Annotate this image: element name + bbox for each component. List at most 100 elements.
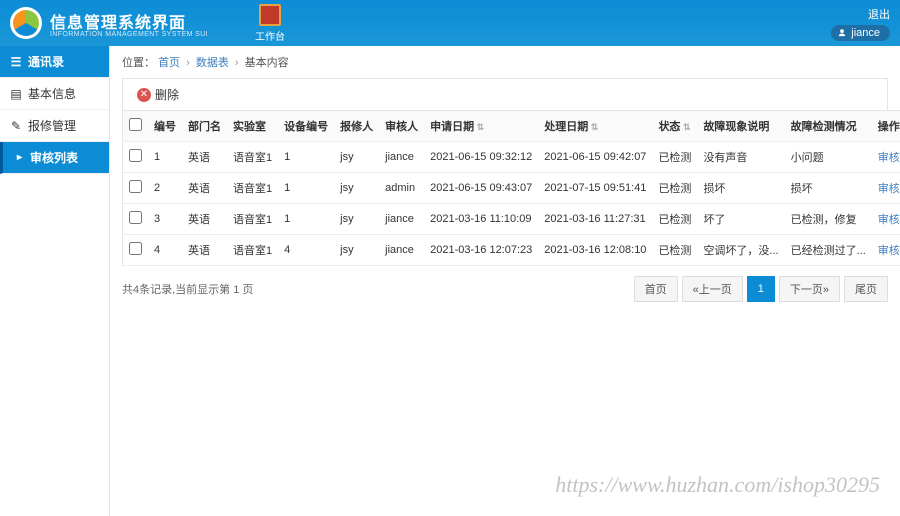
- table-row: 1英语语音室11jsyjiance2021-06-15 09:32:122021…: [123, 142, 900, 173]
- cell-lab: 语音室1: [227, 173, 278, 204]
- cell-device: 1: [278, 142, 334, 173]
- table-row: 2英语语音室11jsyadmin2021-06-15 09:43:072021-…: [123, 173, 900, 204]
- th-auditor[interactable]: 审核人: [379, 111, 424, 142]
- th-num[interactable]: 编号: [148, 111, 182, 142]
- table-header-row: 编号 部门名 实验室 设备编号 报修人 审核人 申请日期 处理日期 状态 故障现…: [123, 111, 900, 142]
- cell-result: 小问题: [785, 142, 872, 173]
- topnav-workbench-label: 工作台: [255, 32, 285, 43]
- username: jiance: [851, 27, 880, 39]
- cell-desc: 没有声音: [697, 142, 784, 173]
- cell-lab: 语音室1: [227, 204, 278, 235]
- sidebar-item-basicinfo[interactable]: ▤ 基本信息: [0, 78, 109, 110]
- cell-ops: 审核: [872, 204, 900, 235]
- main-content: 位置： 首页 › 数据表 › 基本内容 ✕ 删除 编号 部门名 实验室 设备编号…: [110, 46, 900, 516]
- row-checkbox[interactable]: [129, 211, 142, 224]
- pager-prev[interactable]: «上一页: [682, 276, 743, 302]
- cell-handle-date: 2021-07-15 09:51:41: [538, 173, 652, 204]
- breadcrumb-datatable[interactable]: 数据表: [196, 57, 229, 69]
- cell-num: 3: [148, 204, 182, 235]
- cell-lab: 语音室1: [227, 235, 278, 266]
- close-icon: ✕: [137, 88, 151, 102]
- row-checkbox[interactable]: [129, 242, 142, 255]
- audit-link[interactable]: 审核: [878, 183, 900, 195]
- th-desc[interactable]: 故障现象说明: [697, 111, 784, 142]
- app-subtitle: INFORMATION MANAGEMENT SYSTEM SUI: [50, 31, 208, 38]
- cell-desc: 空调坏了，没...: [697, 235, 784, 266]
- sidebar-item-label: 基本信息: [28, 85, 76, 102]
- audit-link[interactable]: 审核: [878, 214, 900, 226]
- pager: 首页 «上一页 1 下一页» 尾页: [634, 276, 888, 302]
- table-row: 4英语语音室14jsyjiance2021-03-16 12:07:232021…: [123, 235, 900, 266]
- cell-reporter: jsy: [334, 173, 379, 204]
- app-title: 信息管理系统界面: [50, 9, 208, 33]
- user-badge[interactable]: jiance: [831, 25, 890, 41]
- breadcrumb-home[interactable]: 首页: [158, 57, 180, 69]
- row-checkbox[interactable]: [129, 149, 142, 162]
- topnav-workbench[interactable]: 工作台: [248, 4, 292, 43]
- th-status[interactable]: 状态: [652, 111, 697, 142]
- top-nav: 工作台: [248, 4, 292, 43]
- cell-dept: 英语: [182, 142, 227, 173]
- cell-result: 损坏: [785, 173, 872, 204]
- breadcrumb-sep: ›: [186, 57, 190, 69]
- th-handle-date[interactable]: 处理日期: [538, 111, 652, 142]
- pager-next[interactable]: 下一页»: [779, 276, 840, 302]
- sidebar-item-contacts[interactable]: ☰ 通讯录: [0, 46, 109, 78]
- cell-ops: 审核: [872, 235, 900, 266]
- cell-device: 1: [278, 204, 334, 235]
- delete-button[interactable]: ✕ 删除: [131, 84, 185, 105]
- th-checkbox: [123, 111, 149, 142]
- th-reporter[interactable]: 报修人: [334, 111, 379, 142]
- pager-row: 共4条记录,当前显示第 1 页 首页 «上一页 1 下一页» 尾页: [122, 276, 888, 302]
- logo-icon: [10, 7, 42, 39]
- cell-dept: 英语: [182, 173, 227, 204]
- cell-lab: 语音室1: [227, 142, 278, 173]
- pager-summary: 共4条记录,当前显示第 1 页: [122, 281, 253, 297]
- audit-link[interactable]: 审核: [878, 152, 900, 164]
- cell-num: 4: [148, 235, 182, 266]
- workbench-icon: [259, 4, 281, 26]
- th-lab[interactable]: 实验室: [227, 111, 278, 142]
- cell-num: 2: [148, 173, 182, 204]
- cell-ops: 审核: [872, 173, 900, 204]
- cell-auditor: jiance: [379, 142, 424, 173]
- sidebar-item-repair[interactable]: ✎ 报修管理: [0, 110, 109, 142]
- app-header: 信息管理系统界面 INFORMATION MANAGEMENT SYSTEM S…: [0, 0, 900, 46]
- sidebar-item-label: 报修管理: [28, 117, 76, 134]
- sidebar: ☰ 通讯录 ▤ 基本信息 ✎ 报修管理 ≡ 审核列表: [0, 46, 110, 516]
- breadcrumb: 位置： 首页 › 数据表 › 基本内容: [122, 54, 888, 70]
- th-apply-date[interactable]: 申请日期: [424, 111, 538, 142]
- breadcrumb-current: 基本内容: [245, 57, 289, 69]
- cell-apply-date: 2021-06-15 09:32:12: [424, 142, 538, 173]
- toolbar: ✕ 删除: [122, 78, 888, 110]
- sidebar-item-auditlist[interactable]: ≡ 审核列表: [0, 142, 109, 174]
- doc-icon: ▤: [10, 88, 22, 100]
- row-checkbox[interactable]: [129, 180, 142, 193]
- logout-link[interactable]: 退出: [868, 6, 890, 22]
- cell-status: 已检测: [652, 235, 697, 266]
- th-device[interactable]: 设备编号: [278, 111, 334, 142]
- sidebar-item-label: 通讯录: [28, 53, 64, 70]
- header-right: 退出 jiance: [831, 6, 890, 41]
- cell-auditor: jiance: [379, 235, 424, 266]
- th-ops: 操作: [872, 111, 900, 142]
- cell-device: 1: [278, 173, 334, 204]
- cell-status: 已检测: [652, 173, 697, 204]
- cell-reporter: jsy: [334, 235, 379, 266]
- audit-link[interactable]: 审核: [878, 245, 900, 257]
- th-result[interactable]: 故障检测情况: [785, 111, 872, 142]
- cell-handle-date: 2021-06-15 09:42:07: [538, 142, 652, 173]
- cell-auditor: admin: [379, 173, 424, 204]
- cell-status: 已检测: [652, 142, 697, 173]
- cell-apply-date: 2021-03-16 11:10:09: [424, 204, 538, 235]
- cell-dept: 英语: [182, 235, 227, 266]
- cell-dept: 英语: [182, 204, 227, 235]
- table-row: 3英语语音室11jsyjiance2021-03-16 11:10:092021…: [123, 204, 900, 235]
- th-dept[interactable]: 部门名: [182, 111, 227, 142]
- pager-first[interactable]: 首页: [634, 276, 678, 302]
- user-icon: [837, 28, 847, 38]
- pager-page-1[interactable]: 1: [747, 276, 775, 302]
- cell-reporter: jsy: [334, 204, 379, 235]
- select-all-checkbox[interactable]: [129, 118, 142, 131]
- pager-last[interactable]: 尾页: [844, 276, 888, 302]
